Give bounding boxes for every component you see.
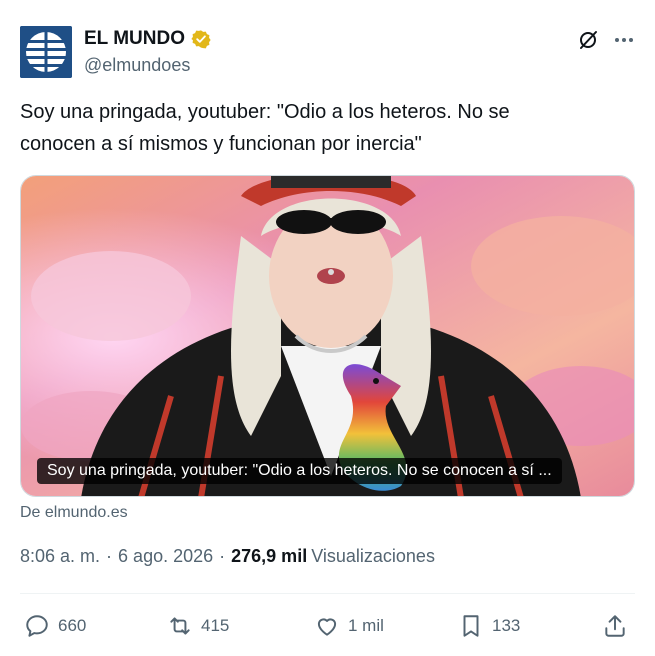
- share-button[interactable]: [602, 608, 628, 644]
- author-handle[interactable]: @elmundoes: [84, 55, 190, 76]
- bookmark-icon: [463, 615, 479, 637]
- more-icon[interactable]: [612, 28, 636, 52]
- views-label: Visualizaciones: [311, 546, 435, 566]
- meta-separator: ·: [219, 546, 226, 566]
- reply-count: 660: [58, 616, 87, 635]
- card-title: Soy una pringada, youtuber: "Odio a los …: [37, 458, 562, 484]
- card-source-link[interactable]: De elmundo.es: [20, 504, 128, 522]
- author-display-name[interactable]: EL MUNDO: [84, 28, 185, 50]
- views-count: 276,9 mil: [231, 546, 308, 566]
- heart-icon: [317, 618, 337, 636]
- action-bar: 660 415 1 mil 133: [0, 608, 655, 644]
- author-name-row: EL MUNDO: [84, 28, 211, 50]
- el-mundo-logo: [20, 26, 72, 78]
- avatar[interactable]: [20, 26, 72, 78]
- like-count: 1 mil: [348, 616, 384, 635]
- tweet-date[interactable]: 6 ago. 2026: [118, 546, 213, 567]
- grok-icon[interactable]: [576, 28, 600, 52]
- link-card[interactable]: Soy una pringada, youtuber: "Odio a los …: [20, 175, 635, 497]
- repost-button[interactable]: 415: [167, 608, 229, 644]
- like-button[interactable]: 1 mil: [314, 608, 384, 644]
- reply-button[interactable]: 660: [24, 608, 86, 644]
- bookmark-button[interactable]: 133: [458, 608, 520, 644]
- repost-icon: [170, 617, 190, 635]
- repost-count: 415: [201, 616, 230, 635]
- meta-separator: ·: [106, 546, 113, 566]
- divider: [20, 593, 635, 594]
- tweet-time[interactable]: 8:06 a. m.: [20, 546, 100, 567]
- share-icon: [605, 615, 625, 637]
- bookmark-count: 133: [492, 616, 521, 635]
- verified-badge-icon[interactable]: [191, 29, 211, 49]
- tweet-text: Soy una pringada, youtuber: "Odio a los …: [20, 101, 510, 155]
- reply-icon: [26, 615, 48, 637]
- tweet: EL MUNDO @elmundoes Soy una pringada, yo…: [0, 0, 655, 656]
- card-image: [21, 176, 634, 496]
- tweet-meta: 8:06 a. m. · 6 ago. 2026 · 276,9 mil Vis…: [20, 546, 435, 567]
